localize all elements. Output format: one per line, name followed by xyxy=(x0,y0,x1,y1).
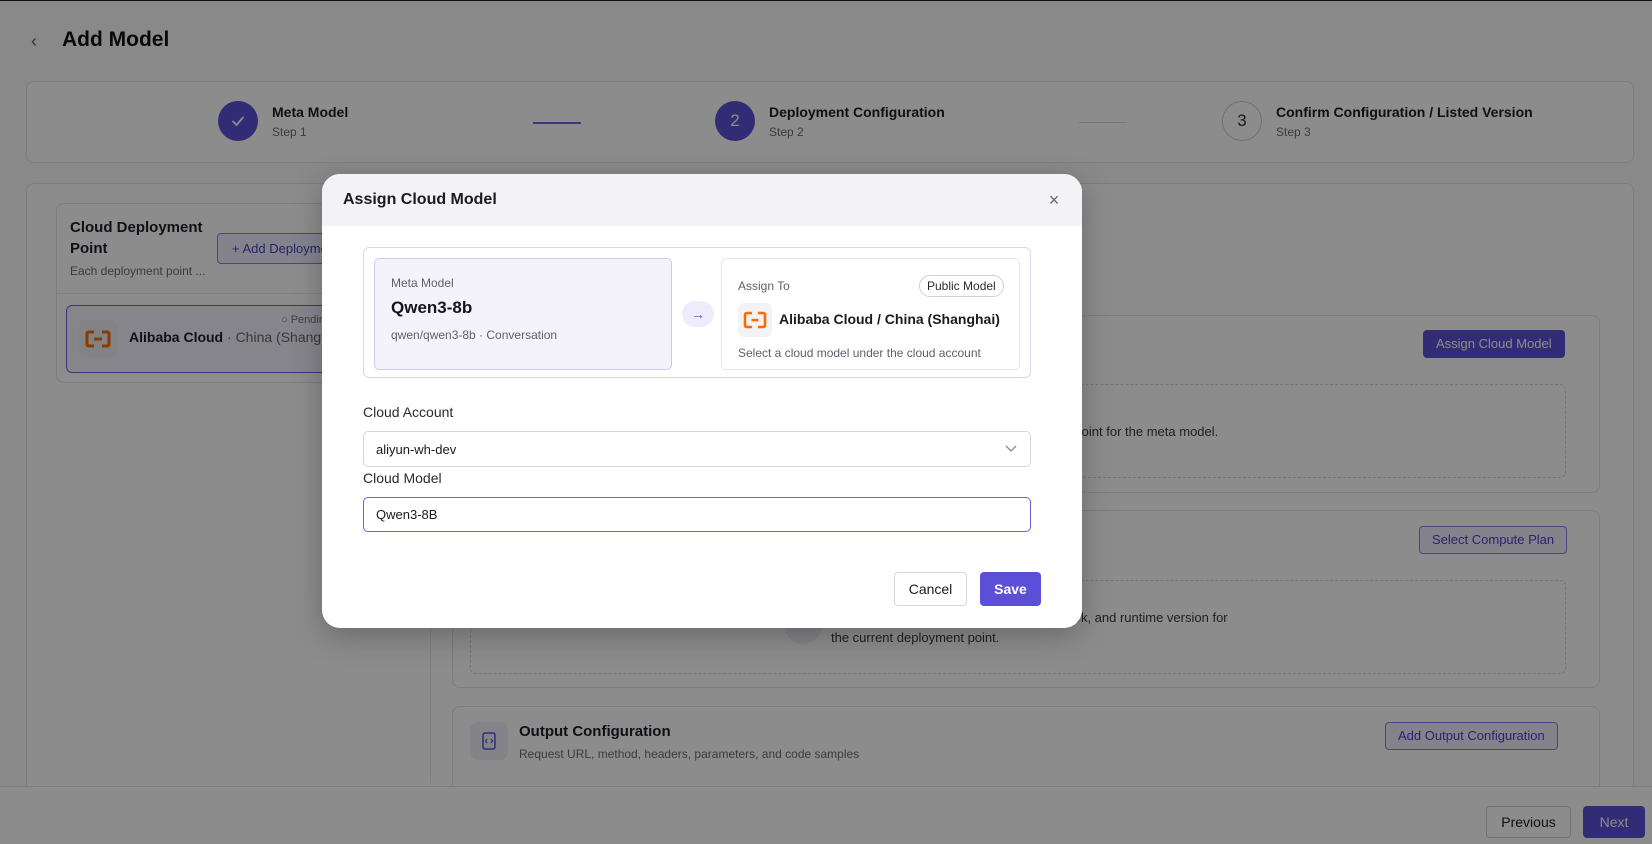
cloud-account-label: Cloud Account xyxy=(363,404,454,420)
cloud-account-value: aliyun-wh-dev xyxy=(376,442,457,457)
close-icon[interactable]: × xyxy=(1042,188,1066,212)
assign-to-desc: Select a cloud model under the cloud acc… xyxy=(738,346,981,360)
meta-model-card: Meta Model Qwen3-8b qwen/qwen3-8b · Conv… xyxy=(374,258,672,370)
save-button[interactable]: Save xyxy=(980,572,1041,606)
assign-cloud-model-dialog: Assign Cloud Model × Meta Model Qwen3-8b… xyxy=(322,174,1082,628)
cancel-button[interactable]: Cancel xyxy=(894,572,967,606)
meta-model-label: Meta Model xyxy=(391,276,454,290)
assign-target-name: Alibaba Cloud / China (Shanghai) xyxy=(779,311,1000,327)
meta-model-name: Qwen3-8b xyxy=(391,298,473,317)
cloud-model-input[interactable] xyxy=(363,497,1031,532)
cloud-account-select[interactable]: aliyun-wh-dev xyxy=(363,431,1031,467)
alibaba-cloud-logo-icon xyxy=(738,303,772,337)
chevron-down-icon xyxy=(1004,441,1018,458)
public-model-badge: Public Model xyxy=(919,275,1004,297)
modal-title: Assign Cloud Model xyxy=(343,191,497,208)
assign-to-card: Assign To Public Model Alibaba Cloud / C… xyxy=(721,258,1020,370)
modal-header: Assign Cloud Model × xyxy=(322,174,1082,226)
arrow-right-icon: → xyxy=(682,301,714,327)
cloud-model-label: Cloud Model xyxy=(363,470,442,486)
assign-to-label: Assign To xyxy=(738,279,790,293)
meta-model-sub: qwen/qwen3-8b · Conversation xyxy=(391,328,558,342)
